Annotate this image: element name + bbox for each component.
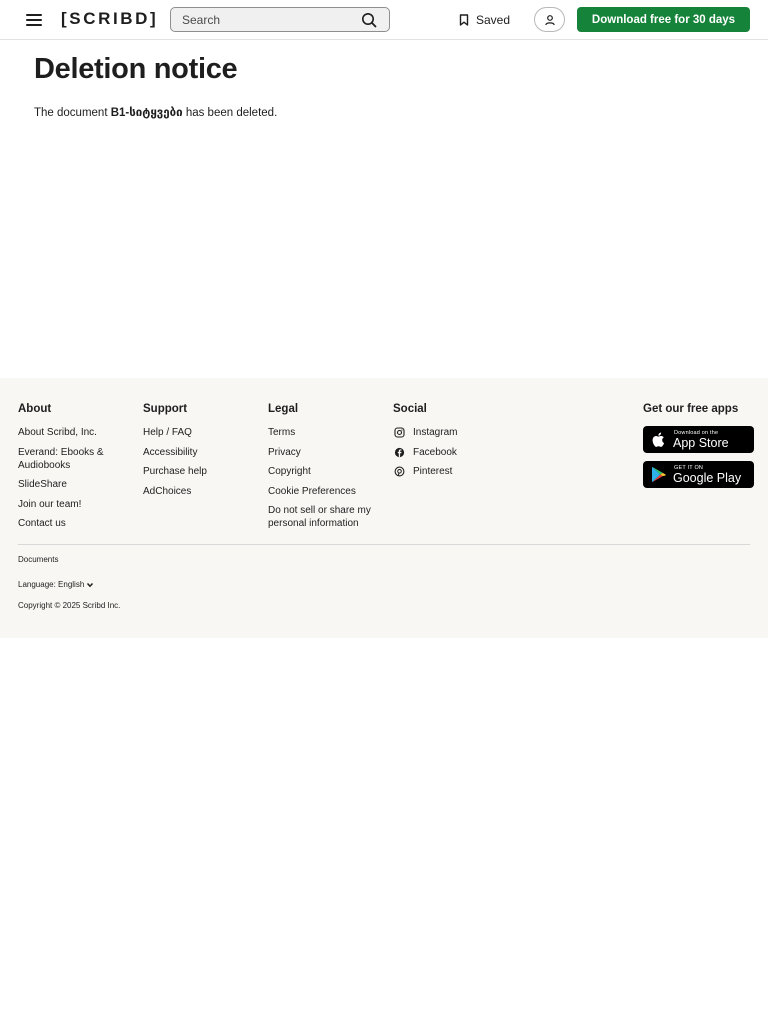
footer-apps-heading: Get our free apps xyxy=(643,403,739,415)
footer-link-slideshare[interactable]: SlideShare xyxy=(18,478,128,491)
hamburger-menu-icon[interactable] xyxy=(24,12,44,28)
notice-prefix: The document xyxy=(34,107,111,119)
language-label: Language: English xyxy=(18,580,85,589)
top-nav-bar: [SCRIBD] Saved Download free for 30 days xyxy=(0,0,768,40)
scribd-logo[interactable]: [SCRIBD] xyxy=(61,9,158,29)
app-store-badge[interactable]: Download on the App Store xyxy=(643,426,754,453)
deletion-message: The document B1-სიტყვები has been delete… xyxy=(34,105,277,119)
footer-link-pinterest[interactable]: Pinterest xyxy=(393,465,503,478)
google-play-badge[interactable]: GET IT ON Google Play xyxy=(643,461,754,488)
footer-link-terms[interactable]: Terms xyxy=(268,426,378,439)
google-play-label: Google Play xyxy=(673,471,742,485)
google-play-icon xyxy=(652,467,666,482)
footer-link-adchoices[interactable]: AdChoices xyxy=(143,485,253,498)
footer-link-do-not-sell[interactable]: Do not sell or share my personal informa… xyxy=(268,504,378,530)
saved-button[interactable]: Saved xyxy=(458,11,510,29)
download-free-button[interactable]: Download free for 30 days xyxy=(577,7,750,32)
instagram-icon xyxy=(393,427,405,439)
footer-link-cookie-preferences[interactable]: Cookie Preferences xyxy=(268,485,378,498)
pinterest-icon xyxy=(393,466,405,478)
footer-link-facebook[interactable]: Facebook xyxy=(393,446,503,459)
app-store-label: App Store xyxy=(673,436,729,450)
search-input[interactable] xyxy=(182,11,352,28)
footer-about-column: About About Scribd, Inc. Everand: Ebooks… xyxy=(18,403,128,537)
pinterest-label: Pinterest xyxy=(413,466,453,477)
footer-link-everand[interactable]: Everand: Ebooks & Audiobooks xyxy=(18,446,128,472)
footer-apps-column: Get our free apps Download on the App St… xyxy=(643,403,755,496)
search-box[interactable] xyxy=(170,7,390,32)
footer-social-heading: Social xyxy=(393,403,427,415)
footer-link-join-team[interactable]: Join our team! xyxy=(18,498,128,511)
document-name: B1-სიტყვები xyxy=(110,107,183,119)
language-selector[interactable]: Language: English xyxy=(18,580,94,589)
footer-about-heading: About xyxy=(18,403,52,415)
copyright-text: Copyright © 2025 Scribd Inc. xyxy=(18,601,121,610)
facebook-icon xyxy=(393,446,405,458)
search-icon[interactable] xyxy=(361,12,377,28)
footer-link-help-faq[interactable]: Help / FAQ xyxy=(143,426,253,439)
footer-support-column: Support Help / FAQ Accessibility Purchas… xyxy=(143,403,253,504)
footer-legal-column: Legal Terms Privacy Copyright Cookie Pre… xyxy=(268,403,378,537)
chevron-down-icon xyxy=(87,582,94,587)
footer-link-documents[interactable]: Documents xyxy=(18,555,58,564)
footer-legal-heading: Legal xyxy=(268,403,299,415)
footer-link-purchase-help[interactable]: Purchase help xyxy=(143,465,253,478)
footer-social-column: Social Instagram Facebook Pinterest xyxy=(393,403,503,485)
footer-support-heading: Support xyxy=(143,403,188,415)
notice-suffix: has been deleted. xyxy=(182,107,278,119)
account-button[interactable] xyxy=(534,7,565,32)
footer-link-instagram[interactable]: Instagram xyxy=(393,426,503,439)
footer-link-contact[interactable]: Contact us xyxy=(18,517,128,530)
site-footer: About About Scribd, Inc. Everand: Ebooks… xyxy=(0,378,768,638)
footer-link-about-scribd[interactable]: About Scribd, Inc. xyxy=(18,426,128,439)
footer-divider xyxy=(18,544,750,545)
footer-link-privacy[interactable]: Privacy xyxy=(268,446,378,459)
apple-icon xyxy=(652,432,665,447)
bookmark-icon xyxy=(459,14,469,26)
page-title: Deletion notice xyxy=(34,53,238,85)
saved-label: Saved xyxy=(476,13,511,27)
instagram-label: Instagram xyxy=(413,427,458,438)
user-icon xyxy=(544,14,555,25)
footer-link-copyright[interactable]: Copyright xyxy=(268,465,378,478)
footer-link-accessibility[interactable]: Accessibility xyxy=(143,446,253,459)
facebook-label: Facebook xyxy=(413,446,457,458)
